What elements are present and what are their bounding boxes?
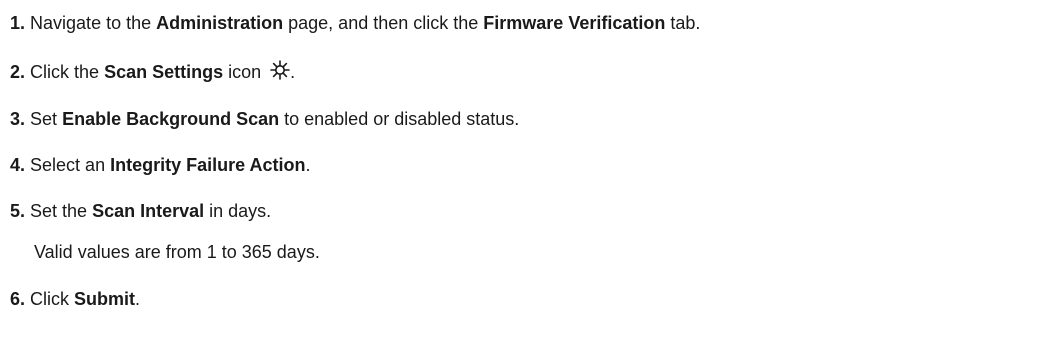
scan-settings-gear-icon <box>270 60 290 85</box>
step-6: 6. Click Submit. <box>10 288 140 310</box>
step-number: 6. <box>10 289 26 309</box>
ui-term-scan-interval: Scan Interval <box>92 201 205 221</box>
step-1: 1. Navigate to the Administration page, … <box>10 12 700 34</box>
step-5-note: Valid values are from 1 to 365 days. <box>34 242 320 262</box>
step-number: 1. <box>10 13 26 33</box>
ui-term-integrity-failure-action: Integrity Failure Action <box>110 155 306 175</box>
ui-term-administration: Administration <box>156 13 284 33</box>
step-text: . <box>305 155 311 175</box>
ui-term-submit: Submit <box>74 289 136 309</box>
step-3: 3. Set Enable Background Scan to enabled… <box>10 108 519 130</box>
step-number: 5. <box>10 201 26 221</box>
ui-term-scan-settings: Scan Settings <box>104 62 224 82</box>
step-text: icon <box>223 62 267 82</box>
ui-term-firmware-verification: Firmware Verification <box>483 13 666 33</box>
ui-term-enable-background-scan: Enable Background Scan <box>62 109 280 129</box>
step-4: 4. Select an Integrity Failure Action. <box>10 154 310 176</box>
step-text: Navigate to the <box>30 13 157 33</box>
step-text: tab. <box>665 13 701 33</box>
step-text: Click <box>30 289 75 309</box>
step-5: 5. Set the Scan Interval in days. <box>10 200 271 222</box>
step-number: 2. <box>10 62 26 82</box>
step-text: . <box>135 289 141 309</box>
step-text: Select an <box>30 155 111 175</box>
step-text: . <box>290 62 296 82</box>
step-number: 4. <box>10 155 26 175</box>
step-text: to enabled or disabled status. <box>279 109 520 129</box>
step-number: 3. <box>10 109 26 129</box>
step-text: in days. <box>204 201 272 221</box>
procedure-steps: 1. Navigate to the Administration page, … <box>0 0 1041 353</box>
step-text: page, and then click the <box>283 13 484 33</box>
step-text: Set the <box>30 201 93 221</box>
step-text: Click the <box>30 62 105 82</box>
step-2: 2. Click the Scan Settings icon . <box>10 60 295 85</box>
step-text: Set <box>30 109 63 129</box>
